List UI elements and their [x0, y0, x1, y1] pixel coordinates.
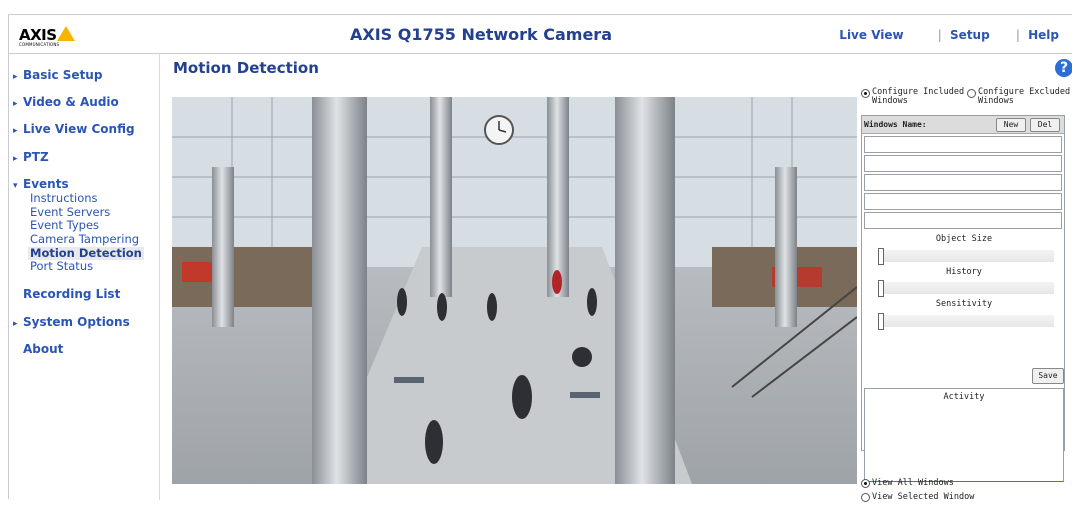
view-selected-label: View Selected Window: [872, 492, 975, 502]
page-title: Motion Detection: [173, 59, 319, 77]
sidebar-item-label: System Options: [23, 315, 130, 329]
chevron-right-icon: ▸: [13, 72, 18, 82]
sidebar-item-label: Live View Config: [23, 122, 135, 136]
activity-label: Activity: [943, 392, 985, 402]
video-stream[interactable]: [172, 97, 857, 484]
windows-name-label: Windows Name:: [864, 120, 927, 129]
chevron-right-icon: ▸: [13, 154, 18, 164]
page-frame: AXIS COMMUNICATIONS AXIS Q1755 Network C…: [8, 14, 1072, 502]
sidebar-subitem-instructions[interactable]: Instructions: [30, 192, 98, 205]
delete-window-button[interactable]: Del: [1030, 118, 1060, 132]
configure-included-label-2: Windows: [872, 96, 908, 106]
view-options: View All Windows View Selected Window: [861, 478, 974, 506]
sidebar-subitem-port-status[interactable]: Port Status: [30, 260, 93, 273]
sidebar-item-label: About: [23, 342, 64, 356]
sidebar-item-label: PTZ: [23, 150, 49, 164]
history-thumb[interactable]: [878, 280, 884, 297]
sidebar-item-live-view-config[interactable]: ▸ Live View Config: [13, 122, 135, 136]
help-icon[interactable]: ?: [1055, 59, 1072, 77]
page-header-title: AXIS Q1755 Network Camera: [350, 25, 612, 44]
sidebar-subitem-event-types[interactable]: Event Types: [30, 219, 99, 232]
view-selected-option[interactable]: View Selected Window: [861, 492, 974, 502]
chevron-right-icon: ▸: [13, 126, 18, 136]
object-size-thumb[interactable]: [878, 248, 884, 265]
nav-separator: |: [1015, 28, 1020, 42]
chevron-right-icon: ▸: [13, 99, 18, 109]
configure-excluded-radio[interactable]: [967, 89, 976, 98]
window-list-row[interactable]: [864, 193, 1062, 210]
save-button[interactable]: Save: [1032, 368, 1064, 384]
window-list-row[interactable]: [864, 212, 1062, 229]
window-list-row[interactable]: [864, 155, 1062, 172]
nav-live-view[interactable]: Live View: [839, 28, 903, 42]
configure-window-type: Configure Included Windows Configure Exc…: [861, 88, 1072, 108]
sidebar-item-ptz[interactable]: ▸ PTZ: [13, 150, 49, 164]
new-window-button[interactable]: New: [996, 118, 1026, 132]
sidebar-item-label: Recording List: [23, 287, 121, 301]
window-list-row[interactable]: [864, 174, 1062, 191]
history-label: History: [946, 267, 982, 277]
sidebar-item-label: Events: [23, 177, 69, 191]
sidebar-item-about[interactable]: About: [13, 342, 63, 356]
windows-header: Windows Name: New Del: [862, 116, 1064, 134]
chevron-down-icon: ▾: [13, 181, 18, 191]
history-slider[interactable]: [878, 280, 1054, 297]
sidebar-item-label: Basic Setup: [23, 68, 103, 82]
nav-separator: |: [937, 28, 942, 42]
configure-included-radio[interactable]: [861, 89, 870, 98]
object-size-label: Object Size: [935, 234, 993, 244]
configure-excluded-option[interactable]: Configure Excluded Windows: [967, 88, 1070, 106]
view-all-option[interactable]: View All Windows: [861, 478, 974, 488]
view-all-radio[interactable]: [861, 479, 870, 488]
sidebar-item-events[interactable]: ▾ Events: [13, 177, 69, 191]
sidebar: ▸ Basic Setup ▸ Video & Audio ▸ Live View C…: [9, 54, 160, 500]
sensitivity-thumb[interactable]: [878, 313, 884, 330]
sensitivity-label: Sensitivity: [935, 299, 993, 309]
object-size-slider[interactable]: [878, 248, 1054, 265]
sidebar-item-label: Video & Audio: [23, 95, 119, 109]
activity-monitor: Activity: [864, 388, 1064, 482]
view-all-label: View All Windows: [872, 478, 954, 488]
view-selected-radio[interactable]: [861, 493, 870, 502]
windows-box: Windows Name: New Del Object Size Histor…: [861, 115, 1065, 482]
configure-excluded-label-2: Windows: [978, 96, 1014, 106]
configure-included-option[interactable]: Configure Included Windows: [861, 88, 964, 106]
top-nav: Live View | Setup | Help: [839, 28, 1059, 42]
sidebar-item-video-audio[interactable]: ▸ Video & Audio: [13, 95, 119, 109]
chevron-right-icon: ▸: [13, 319, 18, 329]
camera-view-image: [172, 97, 857, 484]
sidebar-item-basic-setup[interactable]: ▸ Basic Setup: [13, 68, 102, 82]
sidebar-item-system-options[interactable]: ▸ System Options: [13, 315, 130, 329]
nav-setup[interactable]: Setup: [950, 28, 990, 42]
header: AXIS COMMUNICATIONS AXIS Q1755 Network C…: [9, 15, 1072, 54]
nav-help[interactable]: Help: [1028, 28, 1059, 42]
window-list-row[interactable]: [864, 136, 1062, 153]
sidebar-subitem-camera-tampering[interactable]: Camera Tampering: [30, 233, 139, 246]
sensitivity-slider[interactable]: [878, 313, 1054, 330]
sidebar-item-recording-list[interactable]: Recording List: [13, 287, 120, 301]
